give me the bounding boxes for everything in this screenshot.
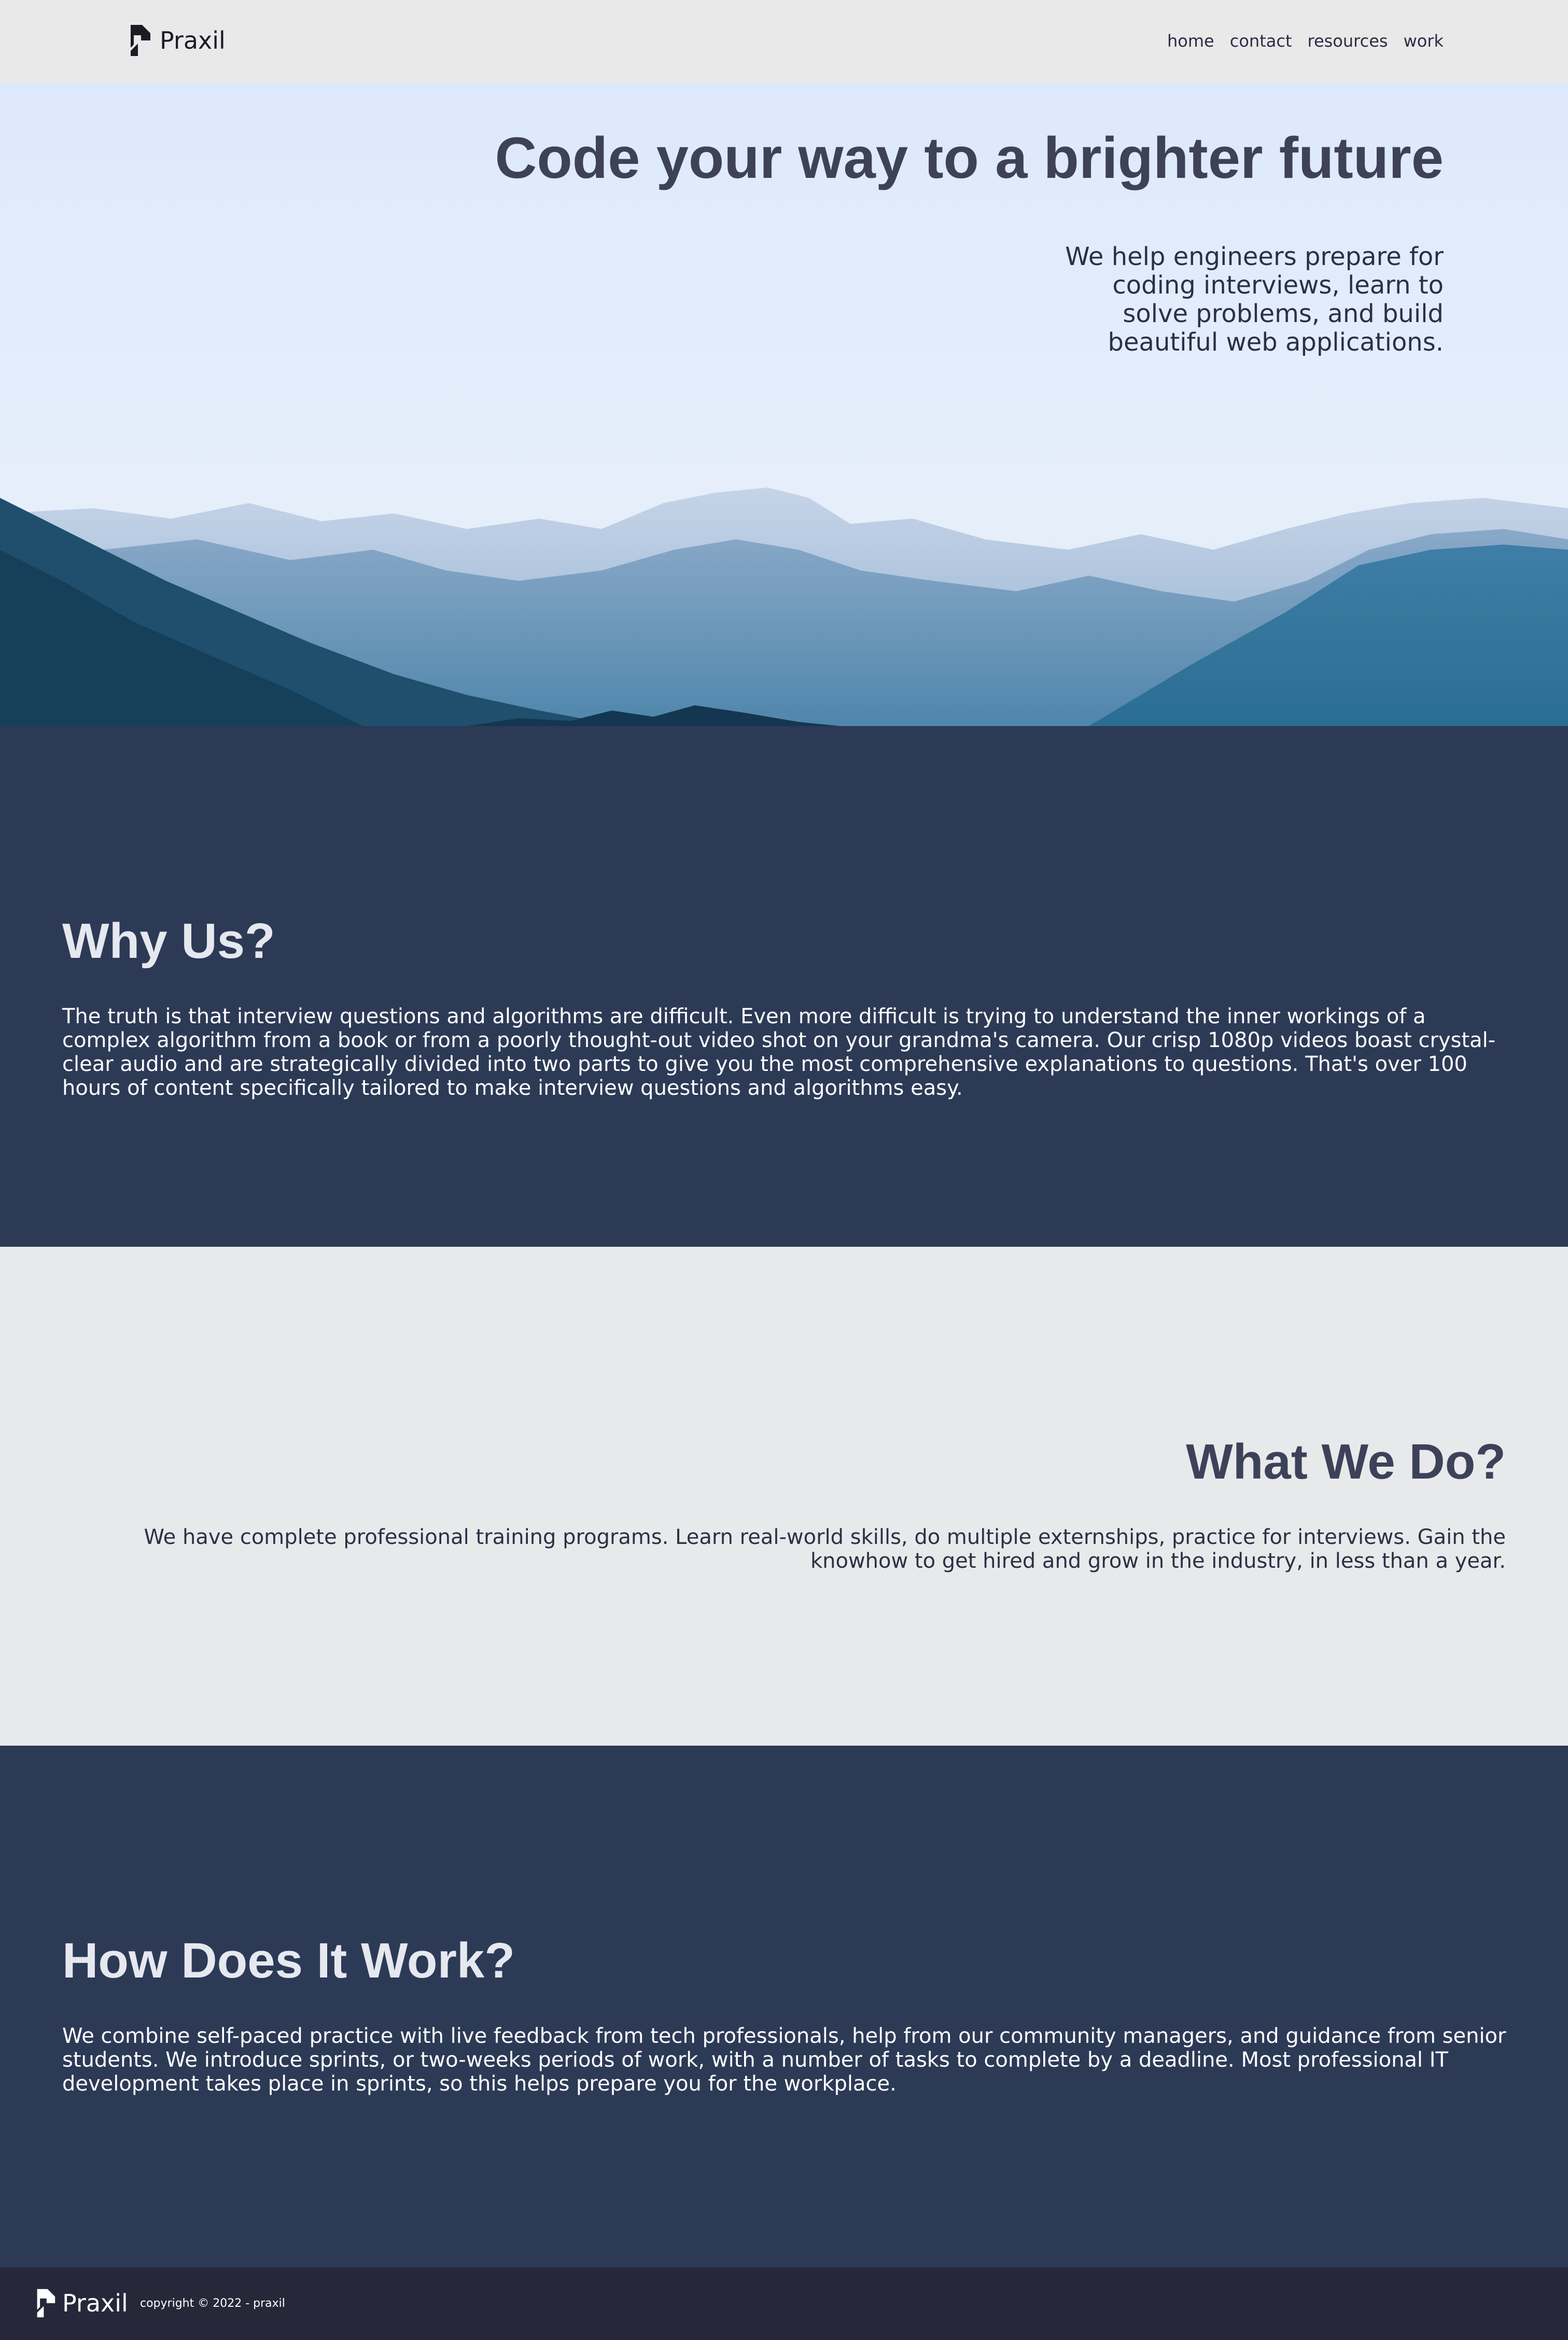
why-us-section: Why Us? The truth is that interview ques… (0, 726, 1568, 1247)
hero-section: Code your way to a brighter future We he… (0, 83, 1568, 726)
nav-link-resources[interactable]: resources (1307, 29, 1388, 53)
why-us-text: The truth is that interview questions an… (62, 1005, 1496, 1100)
brand-logo[interactable]: Praxil (129, 25, 226, 56)
copyright-text: copyright © 2022 - praxil (140, 2297, 285, 2310)
what-we-do-section: What We Do? We have complete professiona… (0, 1247, 1568, 1746)
praxil-logo-icon (131, 25, 150, 56)
footer-brand-name: Praxil (62, 2289, 128, 2317)
nav-link-work[interactable]: work (1404, 29, 1444, 53)
footer-brand-logo[interactable]: Praxil (35, 2288, 128, 2318)
how-it-works-text: We combine self-paced practice with live… (62, 2024, 1506, 2096)
what-we-do-title: What We Do? (1186, 1434, 1506, 1489)
nav-link-home[interactable]: home (1167, 29, 1214, 53)
hero-title: Code your way to a brighter future (495, 126, 1444, 190)
hero-subtitle: We help engineers prepare for coding int… (1065, 242, 1444, 357)
site-footer: Praxil copyright © 2022 - praxil (0, 2267, 1568, 2340)
main-nav: home contact resources work (1167, 29, 1444, 53)
how-it-works-title: How Does It Work? (62, 1933, 515, 1988)
praxil-logo-icon (37, 2289, 55, 2318)
why-us-title: Why Us? (62, 913, 275, 969)
what-we-do-text: We have complete professional training p… (144, 1525, 1506, 1573)
brand-name: Praxil (160, 26, 226, 54)
nav-link-contact[interactable]: contact (1230, 29, 1292, 53)
how-it-works-section: How Does It Work? We combine self-paced … (0, 1746, 1568, 2267)
site-header: Praxil home contact resources work (0, 0, 1568, 83)
